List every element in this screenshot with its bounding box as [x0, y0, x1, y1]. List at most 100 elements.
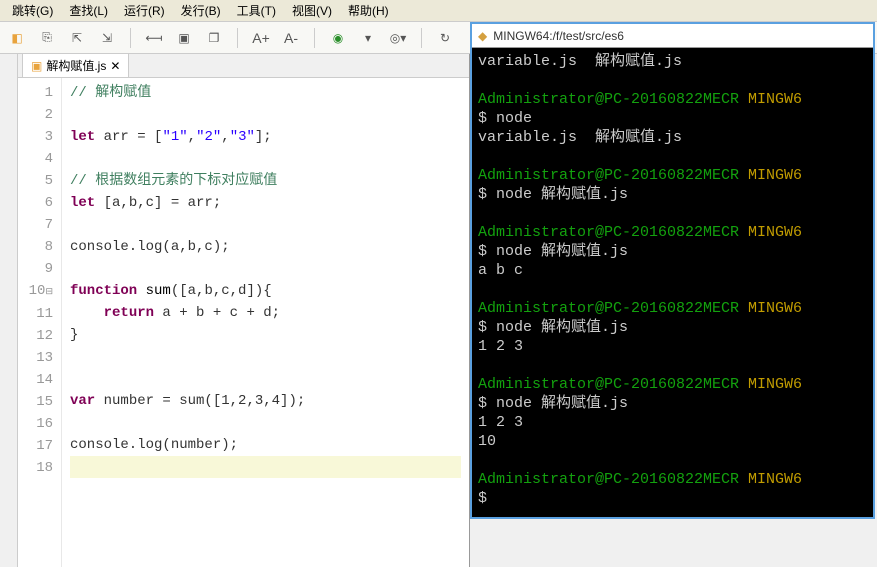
- terminal-line: Administrator@PC-20160822MECR MINGW6: [478, 90, 867, 109]
- code-line[interactable]: let arr = ["1","2","3"];: [70, 126, 461, 148]
- line-number: 16: [18, 413, 53, 435]
- run-dropdown-icon[interactable]: ▾: [359, 29, 377, 47]
- code-line[interactable]: [70, 368, 461, 390]
- tab-filename: 解构赋值.js: [46, 57, 106, 74]
- terminal-line: $ node 解构赋值.js: [478, 242, 867, 261]
- code-line[interactable]: [70, 346, 461, 368]
- font-increase-icon[interactable]: A+: [252, 29, 270, 47]
- export-icon[interactable]: ⇱: [68, 29, 86, 47]
- left-sidebar-gutter: [0, 54, 18, 567]
- terminal-line: $: [478, 489, 867, 508]
- menu-run[interactable]: 运行(R): [116, 0, 173, 21]
- terminal-line: $ node: [478, 109, 867, 128]
- config-icon[interactable]: ◎▾: [389, 29, 407, 47]
- menu-goto[interactable]: 跳转(G): [4, 0, 61, 21]
- terminal-line: [478, 356, 867, 375]
- terminal-line: variable.js 解构赋值.js: [478, 52, 867, 71]
- code-line[interactable]: function sum([a,b,c,d]){: [70, 280, 461, 302]
- code-line[interactable]: [70, 456, 461, 478]
- separator: [421, 28, 422, 48]
- tab-bar: ▣ 解构赋值.js ✕: [18, 54, 469, 78]
- code-line[interactable]: console.log(number);: [70, 434, 461, 456]
- line-number: 4: [18, 148, 53, 170]
- refresh-icon[interactable]: ↻: [436, 29, 454, 47]
- nav-back-icon[interactable]: ⟻: [145, 29, 163, 47]
- separator: [314, 28, 315, 48]
- separator: [130, 28, 131, 48]
- terminal-line: Administrator@PC-20160822MECR MINGW6: [478, 375, 867, 394]
- terminal-line: $ node 解构赋值.js: [478, 394, 867, 413]
- js-file-icon: ▣: [31, 59, 42, 73]
- line-number-gutter: 12345678910⊟1112131415161718: [18, 78, 62, 567]
- code-line[interactable]: [70, 104, 461, 126]
- line-number: 12: [18, 325, 53, 347]
- new-doc-icon[interactable]: ⎘: [38, 29, 56, 47]
- menu-tools[interactable]: 工具(T): [229, 0, 284, 21]
- terminal-line: a b c: [478, 261, 867, 280]
- terminal-line: 1 2 3: [478, 337, 867, 356]
- terminal-line: Administrator@PC-20160822MECR MINGW6: [478, 470, 867, 489]
- line-number: 15: [18, 391, 53, 413]
- terminal-titlebar[interactable]: ◆ MINGW64:/f/test/src/es6: [472, 24, 873, 48]
- code-line[interactable]: let [a,b,c] = arr;: [70, 192, 461, 214]
- terminal-line: [478, 280, 867, 299]
- line-number: 1: [18, 82, 53, 104]
- line-number: 7: [18, 214, 53, 236]
- font-decrease-icon[interactable]: A-: [282, 29, 300, 47]
- terminal-line: 1 2 3: [478, 413, 867, 432]
- code-line[interactable]: console.log(a,b,c);: [70, 236, 461, 258]
- save-icon[interactable]: ▣: [175, 29, 193, 47]
- terminal-line: $ node 解构赋值.js: [478, 318, 867, 337]
- line-number: 9: [18, 258, 53, 280]
- terminal-line: Administrator@PC-20160822MECR MINGW6: [478, 299, 867, 318]
- code-line[interactable]: // 根据数组元素的下标对应赋值: [70, 170, 461, 192]
- terminal-line: [478, 147, 867, 166]
- terminal-line: [478, 451, 867, 470]
- line-number: 18: [18, 457, 53, 479]
- line-number: 14: [18, 369, 53, 391]
- file-tab[interactable]: ▣ 解构赋值.js ✕: [22, 53, 129, 77]
- terminal-line: [478, 204, 867, 223]
- terminal-line: Administrator@PC-20160822MECR MINGW6: [478, 166, 867, 185]
- terminal-line: variable.js 解构赋值.js: [478, 128, 867, 147]
- line-number: 13: [18, 347, 53, 369]
- import-icon[interactable]: ⇲: [98, 29, 116, 47]
- code-line[interactable]: [70, 148, 461, 170]
- terminal-line: $ node 解构赋值.js: [478, 185, 867, 204]
- save-all-icon[interactable]: ❐: [205, 29, 223, 47]
- code-content[interactable]: // 解构赋值 let arr = ["1","2","3"]; // 根据数组…: [62, 78, 469, 567]
- code-line[interactable]: [70, 412, 461, 434]
- line-number: 17: [18, 435, 53, 457]
- terminal-body[interactable]: variable.js 解构赋值.js Administrator@PC-201…: [472, 48, 873, 517]
- code-editor[interactable]: 12345678910⊟1112131415161718 // 解构赋值 let…: [18, 78, 469, 567]
- line-number: 11: [18, 303, 53, 325]
- bookmark-icon[interactable]: ◧: [8, 29, 26, 47]
- editor-pane: ▣ 解构赋值.js ✕ 12345678910⊟1112131415161718…: [18, 54, 470, 567]
- menu-view[interactable]: 视图(V): [284, 0, 340, 21]
- code-line[interactable]: return a + b + c + d;: [70, 302, 461, 324]
- code-line[interactable]: [70, 258, 461, 280]
- line-number: 8: [18, 236, 53, 258]
- terminal-line: Administrator@PC-20160822MECR MINGW6: [478, 223, 867, 242]
- line-number: 2: [18, 104, 53, 126]
- tab-close-icon[interactable]: ✕: [110, 59, 120, 73]
- terminal-line: [478, 71, 867, 90]
- line-number: 5: [18, 170, 53, 192]
- menu-find[interactable]: 查找(L): [61, 0, 116, 21]
- line-number: 3: [18, 126, 53, 148]
- code-line[interactable]: }: [70, 324, 461, 346]
- menu-help[interactable]: 帮助(H): [340, 0, 397, 21]
- code-line[interactable]: // 解构赋值: [70, 82, 461, 104]
- run-icon[interactable]: ◉: [329, 29, 347, 47]
- line-number: 6: [18, 192, 53, 214]
- line-number: 10⊟: [18, 280, 53, 303]
- code-line[interactable]: var number = sum([1,2,3,4]);: [70, 390, 461, 412]
- terminal-window[interactable]: ◆ MINGW64:/f/test/src/es6 variable.js 解构…: [470, 22, 875, 519]
- separator: [237, 28, 238, 48]
- terminal-title-text: MINGW64:/f/test/src/es6: [493, 29, 624, 43]
- terminal-line: 10: [478, 432, 867, 451]
- terminal-icon: ◆: [478, 29, 487, 43]
- menu-bar: 跳转(G) 查找(L) 运行(R) 发行(B) 工具(T) 视图(V) 帮助(H…: [0, 0, 877, 22]
- code-line[interactable]: [70, 214, 461, 236]
- menu-release[interactable]: 发行(B): [173, 0, 229, 21]
